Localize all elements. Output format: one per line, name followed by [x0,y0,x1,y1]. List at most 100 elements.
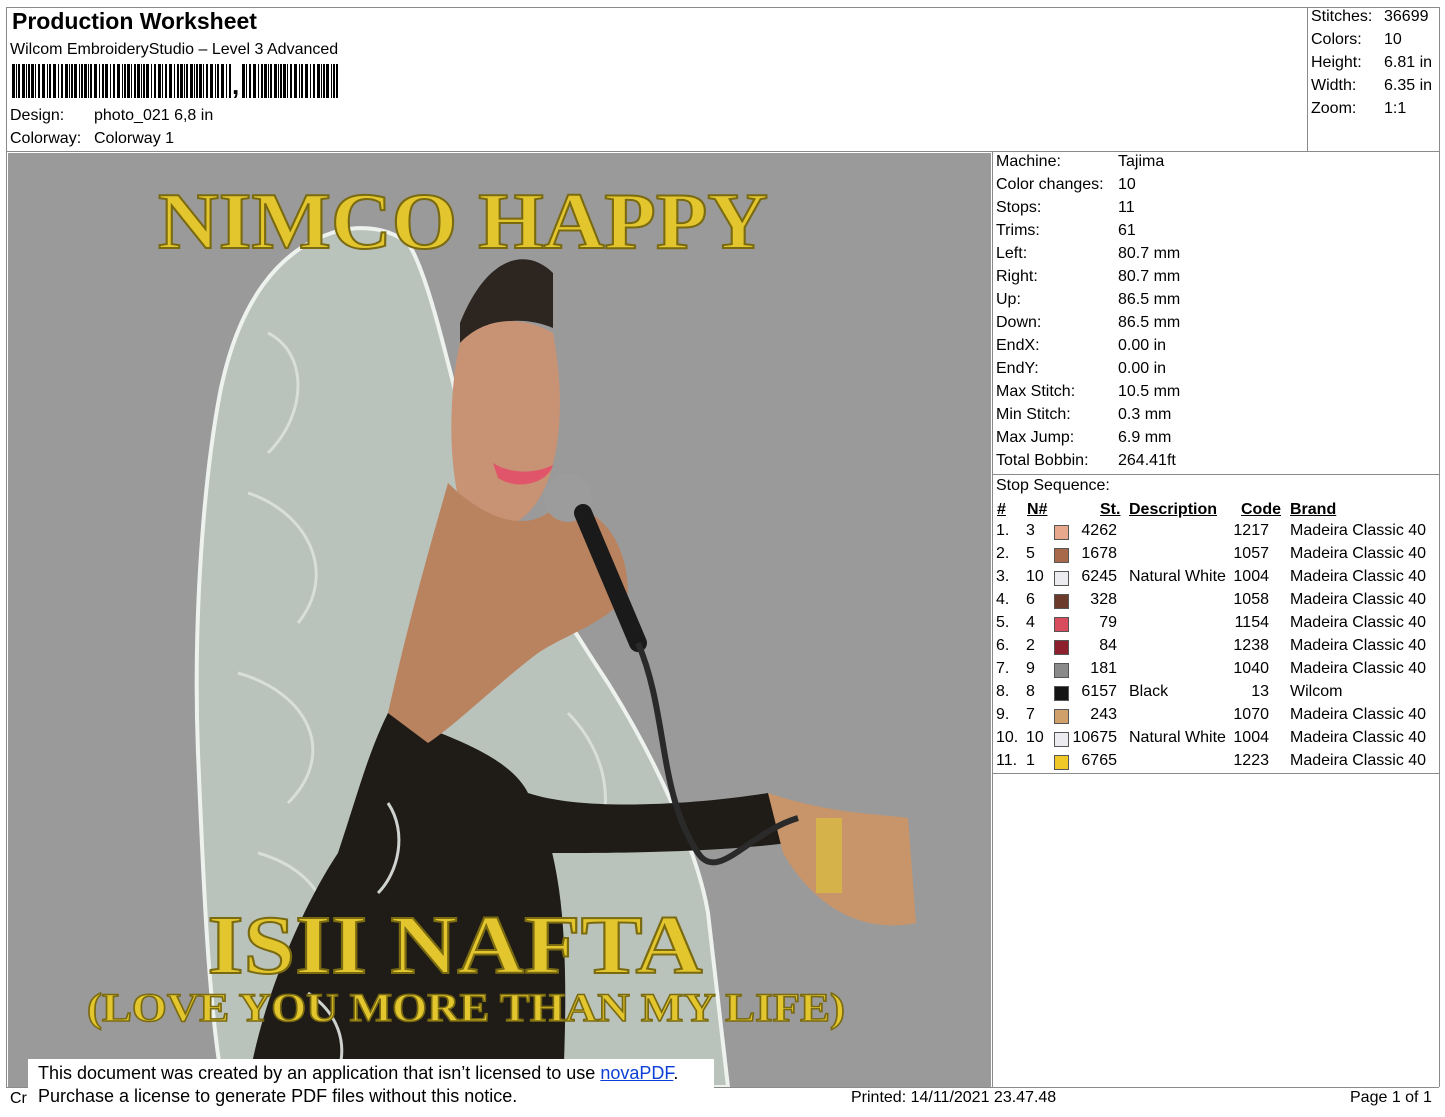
stop-code: 1058 [1233,591,1269,608]
page-number: Page 1 of 1 [1350,1089,1432,1106]
stop-needle: 8 [1026,683,1035,700]
stop-sequence-row: 5. 4 79 1154 Madeira Classic 40 [996,614,1438,637]
footer-created: Cr [10,1090,27,1107]
stop-num: 9. [996,706,1010,723]
stop-brand: Madeira Classic 40 [1290,706,1427,723]
software-name: Wilcom EmbroideryStudio – Level 3 Advanc… [10,41,339,58]
stop-brand: Madeira Classic 40 [1290,614,1427,631]
stop-sequence-row: 3. 10 6245 Natural White 1004 Madeira Classic… [996,568,1438,591]
stop-code: 13 [1251,683,1269,700]
stop-stitch-count: 6765 [1081,752,1117,769]
stop-description: Black [1129,683,1169,700]
stop-code: 1223 [1233,752,1269,769]
info-label: Trims: [996,222,1040,239]
bracelet [816,818,842,893]
info-label: Color changes: [996,176,1104,193]
stop-needle: 9 [1026,660,1035,677]
info-label: Stops: [996,199,1042,216]
stop-num: 8. [996,683,1010,700]
info-label: Machine: [996,153,1061,170]
info-total-bobbin: Total Bobbin: 264.41ft [996,452,1176,470]
summary-width: Width: 6.35 in [1311,77,1432,95]
thread-color-swatch [1054,732,1069,747]
info-value: 6.9 mm [1118,429,1172,446]
stop-header-num: # [997,501,1006,518]
stop-needle: 10 [1026,568,1044,585]
info-label: EndX: [996,337,1040,354]
stop-header-code: Code [1241,501,1281,518]
info-stops: Stops: 11 [996,199,1135,217]
stop-stitch-count: 10675 [1072,729,1118,746]
info-value: 80.7 mm [1118,245,1181,262]
novapdf-link[interactable]: novaPDF [600,1063,673,1083]
info-machine: Machine: Tajima [996,153,1164,171]
colorway-label: Colorway: [10,130,82,147]
stop-sequence-row: 7. 9 181 1040 Madeira Classic 40 [996,660,1438,683]
stop-stitch-count: 79 [1099,614,1117,631]
barcode-icon [12,64,231,98]
info-label: Total Bobbin: [996,452,1089,469]
stop-brand: Madeira Classic 40 [1290,568,1427,585]
info-value: 0.3 mm [1118,406,1172,423]
stop-brand: Madeira Classic 40 [1290,637,1427,654]
license-notice: This document was created by an applicat… [28,1059,714,1117]
design-preview: NIMCO HAPPY ISII NAFTA (LOVE YOU MORE TH… [8,153,991,1087]
stop-needle: 6 [1026,591,1035,608]
info-value: 10.5 mm [1118,383,1181,400]
thread-color-swatch [1054,525,1069,540]
summary-label: Zoom: [1311,100,1357,117]
stop-needle: 4 [1026,614,1035,631]
stop-sequence-row: 1. 3 4262 1217 Madeira Classic 40 [996,522,1438,545]
info-label: Down: [996,314,1042,331]
info-label: Max Stitch: [996,383,1076,400]
stop-sequence-row: 6. 2 84 1238 Madeira Classic 40 [996,637,1438,660]
design-text-top: NIMCO HAPPY [158,178,768,266]
info-endy: EndY: 0.00 in [996,360,1166,378]
info-color-changes: Color changes: 10 [996,176,1136,194]
stop-stitch-count: 6157 [1081,683,1117,700]
stop-needle: 3 [1026,522,1035,539]
stop-code: 1217 [1233,522,1269,539]
info-value: 0.00 in [1118,337,1167,354]
info-value: 0.00 in [1118,360,1167,377]
info-right: Right: 80.7 mm [996,268,1180,286]
colorway-value: Colorway 1 [94,130,175,147]
info-label: Right: [996,268,1038,285]
worksheet-title: Production Worksheet [12,8,257,34]
frame-left [6,7,7,1087]
info-trims: Trims: 61 [996,222,1136,240]
stop-num: 11. [996,752,1018,769]
thread-color-swatch [1054,663,1069,678]
info-divider [992,151,993,1087]
info-min-stitch: Min Stitch: 0.3 mm [996,406,1171,424]
stop-num: 2. [996,545,1010,562]
info-label: Min Stitch: [996,406,1071,423]
stop-brand: Madeira Classic 40 [1290,752,1427,769]
stop-sequence-row: 10. 10 10675 Natural White 1004 Madeira Class… [996,729,1438,752]
stop-needle: 5 [1026,545,1035,562]
info-up: Up: 86.5 mm [996,291,1180,309]
design-row: Design: photo_021 6,8 in [10,107,213,125]
stop-brand: Madeira Classic 40 [1290,729,1427,746]
colorway-row: Colorway: Colorway 1 [10,130,174,148]
stop-header-n: N# [1027,501,1048,518]
stop-num: 1. [996,522,1010,539]
design-text-bottom: (LOVE YOU MORE THAN MY LIFE) [87,985,845,1030]
stop-stitch-count: 4262 [1081,522,1117,539]
info-left: Left: 80.7 mm [996,245,1180,263]
summary-value: 1:1 [1384,100,1407,117]
stop-code: 1004 [1233,568,1269,585]
stop-code: 1070 [1233,706,1269,723]
stop-brand: Wilcom [1290,683,1343,700]
info-value: 86.5 mm [1118,291,1181,308]
stop-code: 1057 [1233,545,1269,562]
info-value: 11 [1118,199,1135,216]
stop-sequence-row: 2. 5 1678 1057 Madeira Classic 40 [996,545,1438,568]
design-text-middle: ISII NAFTA [208,899,703,992]
stop-header-st: St. [1100,501,1121,518]
info-value: 86.5 mm [1118,314,1181,331]
info-endx: EndX: 0.00 in [996,337,1166,355]
info-label: Max Jump: [996,429,1075,446]
stop-needle: 1 [1026,752,1035,769]
stop-code: 1004 [1233,729,1269,746]
